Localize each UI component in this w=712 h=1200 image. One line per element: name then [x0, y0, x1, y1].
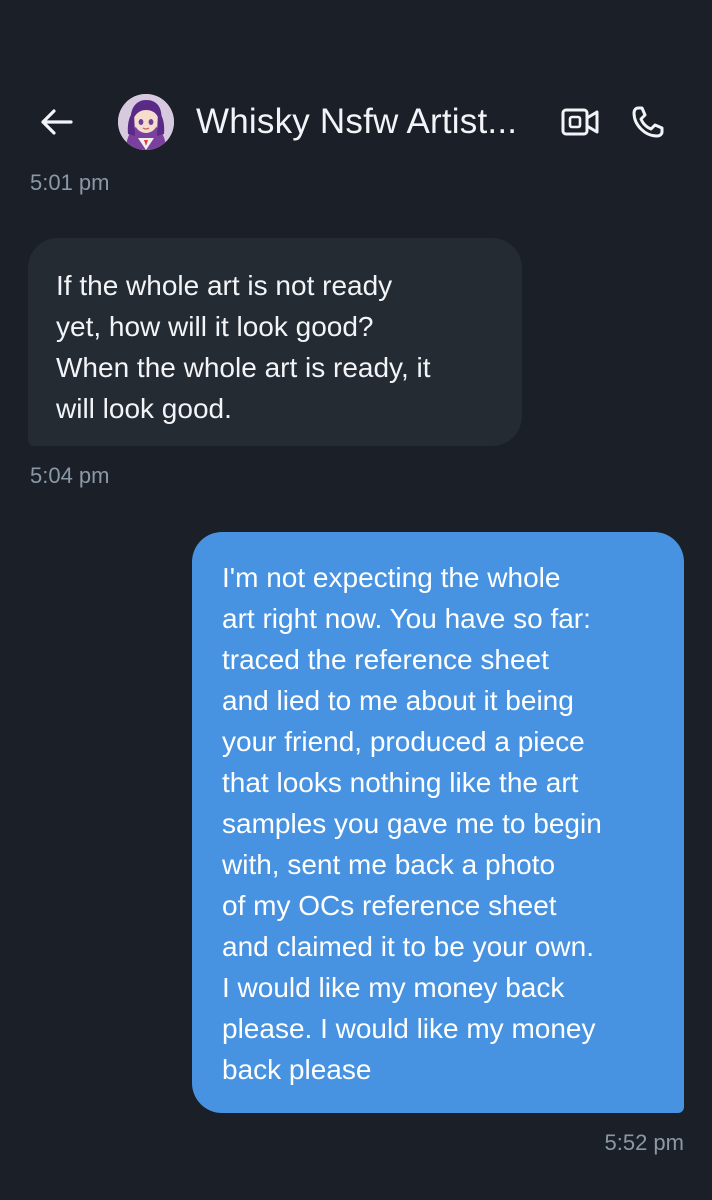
message-line: with, sent me back a photo [222, 849, 556, 880]
timestamp: 5:52 pm [604, 1130, 685, 1155]
anime-avatar-icon [118, 94, 174, 150]
message-line: yet, how will it look good? [56, 311, 374, 342]
message-line: traced the reference sheet [222, 644, 549, 675]
avatar[interactable] [118, 94, 174, 150]
call-button[interactable] [626, 100, 670, 144]
message-line: and lied to me about it being [222, 685, 574, 716]
message-line: art right now. You have so far: [222, 603, 591, 634]
phone-icon [632, 106, 664, 138]
message-line: and claimed it to be your own. [222, 931, 594, 962]
message-line: I would like my money back [222, 972, 565, 1003]
message-line: of my OCs reference sheet [222, 890, 557, 921]
outgoing-message-bubble[interactable]: I'm not expecting the whole art right no… [192, 532, 684, 1113]
message-line: I'm not expecting the whole [222, 562, 561, 593]
back-arrow-icon [41, 109, 73, 135]
back-button[interactable] [34, 100, 78, 144]
message-line: back please [222, 1054, 372, 1085]
message-line: will look good. [56, 393, 232, 424]
message-line: please. I would like my money [222, 1013, 596, 1044]
timestamp: 5:04 pm [30, 463, 110, 488]
message-line: your friend, produced a piece [222, 726, 585, 757]
message-line: If the whole art is not ready [56, 270, 393, 301]
video-call-button[interactable] [558, 100, 602, 144]
contact-name[interactable]: Whisky Nsfw Artist... [196, 100, 517, 144]
video-call-icon [561, 108, 599, 136]
timestamp: 5:01 pm [30, 170, 110, 195]
incoming-message-bubble[interactable]: If the whole art is not ready yet, how w… [28, 238, 522, 446]
message-line: When the whole art is ready, it [56, 352, 431, 383]
message-line: that looks nothing like the art [222, 767, 579, 798]
chat-header: Whisky Nsfw Artist... [0, 78, 712, 168]
message-line: samples you gave me to begin [222, 808, 602, 839]
